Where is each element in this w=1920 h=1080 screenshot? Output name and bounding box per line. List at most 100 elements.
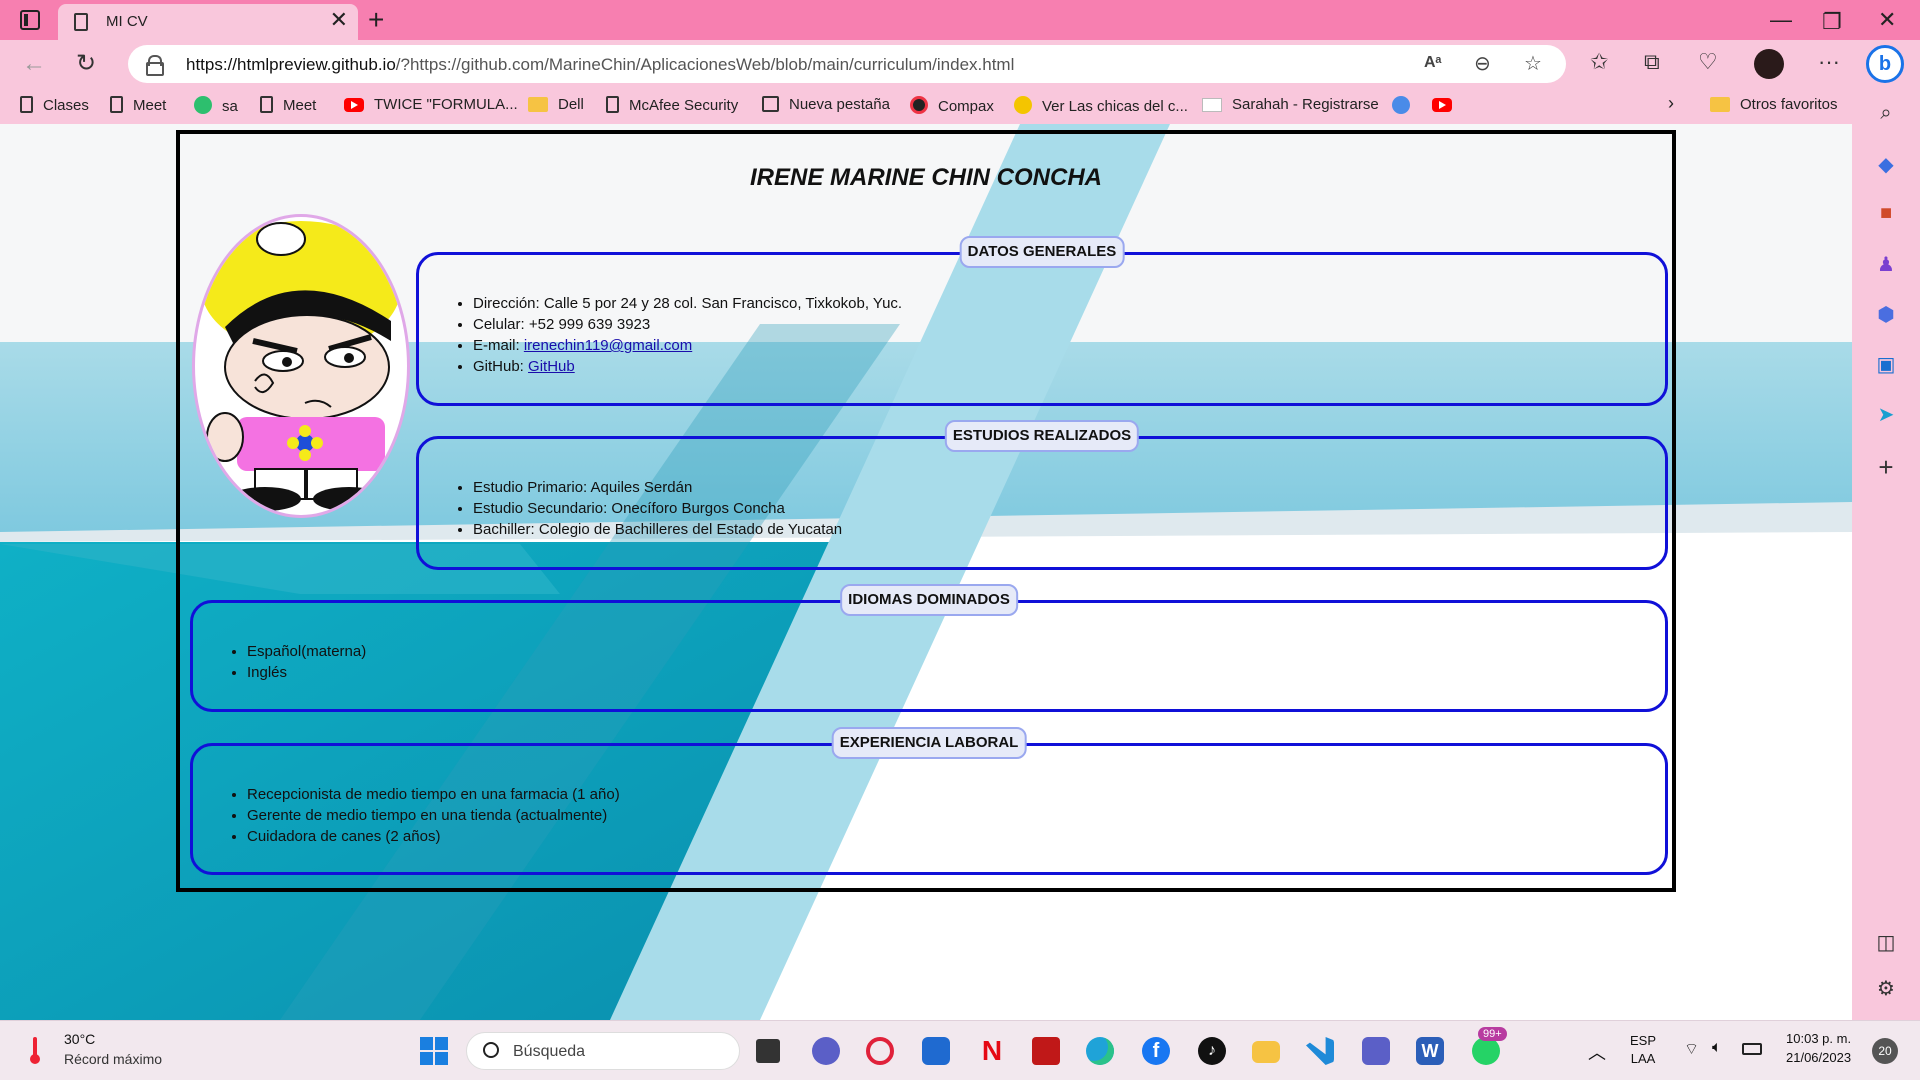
split-screen-icon[interactable]: ◫: [1852, 930, 1920, 955]
list-item: Inglés: [247, 662, 366, 683]
url-text[interactable]: https://htmlpreview.github.io/?https://g…: [186, 55, 1014, 75]
list-item: Recepcionista de medio tiempo en una far…: [247, 784, 620, 805]
bookmark-sa[interactable]: sa: [194, 96, 238, 115]
language-indicator[interactable]: ESP LAA: [1630, 1033, 1656, 1066]
battery-icon[interactable]: [1742, 1043, 1762, 1055]
refresh-button[interactable]: ↻: [76, 48, 96, 80]
list-item: Gerente de medio tiempo en una tienda (a…: [247, 805, 620, 826]
email-link[interactable]: irenechin119@gmail.com: [524, 337, 692, 354]
bookmark-clases[interactable]: Clases: [20, 96, 89, 114]
page-viewport: IRENE MARINE CHIN CONCHA DATOS GENERALES…: [0, 124, 1852, 1020]
clock[interactable]: 10:03 p. m. 21/06/2023: [1786, 1031, 1851, 1065]
word-icon[interactable]: W: [1416, 1037, 1444, 1065]
tab-actions-icon[interactable]: [20, 10, 40, 30]
lock-icon[interactable]: [146, 55, 164, 76]
taskbar-search[interactable]: Búsqueda: [466, 1032, 740, 1070]
estudios-section: ESTUDIOS REALIZADOS Estudio Primario: Aq…: [416, 420, 1668, 570]
tools-icon[interactable]: ■: [1852, 202, 1920, 225]
bookmark-compax[interactable]: Compax: [910, 96, 994, 115]
compax-icon: [910, 96, 928, 114]
games-icon[interactable]: ♟: [1852, 252, 1920, 277]
send-icon[interactable]: ➤: [1852, 402, 1920, 427]
bookmark-video[interactable]: [1392, 96, 1420, 115]
weather-note[interactable]: Récord máximo: [64, 1051, 162, 1067]
address-bar[interactable]: https://htmlpreview.github.io/?https://g…: [128, 45, 1566, 83]
video-icon: [1392, 96, 1410, 114]
outlook-icon[interactable]: ▣: [1852, 352, 1920, 377]
cv-name-heading: IRENE MARINE CHIN CONCHA: [749, 164, 1102, 191]
whatsapp-icon[interactable]: [1472, 1037, 1500, 1065]
teams-chat-icon[interactable]: [812, 1037, 840, 1065]
wifi-icon[interactable]: ⌔: [1684, 1039, 1699, 1059]
new-tab-button[interactable]: +: [368, 2, 384, 38]
netflix-icon[interactable]: N: [978, 1037, 1006, 1065]
experiencia-list: Recepcionista de medio tiempo en una far…: [247, 784, 620, 847]
close-tab-icon[interactable]: ✕: [330, 9, 348, 31]
bookmark-dell[interactable]: Dell: [528, 96, 584, 113]
teams-icon[interactable]: [1362, 1037, 1390, 1065]
bookmark-nueva-pestana[interactable]: Nueva pestaña: [762, 96, 890, 113]
profile-avatar[interactable]: [1754, 49, 1784, 79]
more-bookmarks-chevron-icon[interactable]: ›: [1668, 93, 1674, 114]
edge-icon[interactable]: [1086, 1037, 1114, 1065]
mcafee-icon[interactable]: [1032, 1037, 1060, 1065]
search-icon[interactable]: ⌕: [1852, 102, 1920, 125]
facebook-icon[interactable]: f: [1142, 1037, 1170, 1065]
collections-icon[interactable]: ⧉: [1644, 49, 1660, 75]
settings-gear-icon[interactable]: ⚙: [1852, 976, 1920, 1001]
shopping-tag-icon[interactable]: ◆: [1852, 152, 1920, 177]
idiomas-section: IDIOMAS DOMINADOS Español(materna) Inglé…: [190, 584, 1668, 712]
volume-icon[interactable]: 🔈︎: [1712, 1039, 1722, 1057]
cv-container: IRENE MARINE CHIN CONCHA DATOS GENERALES…: [176, 130, 1676, 892]
list-item: Español(materna): [247, 641, 366, 662]
doc-icon: [260, 96, 273, 113]
performance-icon[interactable]: ♡: [1698, 49, 1718, 75]
bookmark-mcafee[interactable]: McAfee Security: [606, 96, 738, 114]
add-icon[interactable]: +: [1852, 452, 1920, 483]
back-button[interactable]: ←: [22, 48, 46, 80]
mail-icon: [1202, 98, 1222, 112]
bookmark-chicas[interactable]: Ver Las chicas del c...: [1014, 96, 1188, 115]
bookmark-meet[interactable]: Meet: [110, 96, 166, 114]
bookmark-sarahah[interactable]: Sarahah - Registrarse: [1202, 96, 1379, 113]
minimize-button[interactable]: —: [1770, 4, 1792, 36]
calendar-icon: [762, 96, 779, 112]
vscode-icon[interactable]: [1306, 1037, 1334, 1065]
section-title: IDIOMAS DOMINADOS: [840, 584, 1018, 616]
task-view-icon[interactable]: [756, 1039, 780, 1063]
whatsapp-badge: 99+: [1478, 1027, 1507, 1041]
more-menu-icon[interactable]: ···: [1818, 49, 1840, 75]
weather-temperature[interactable]: 30°C: [64, 1031, 95, 1047]
notification-count-badge[interactable]: 20: [1872, 1038, 1898, 1064]
store-icon[interactable]: [922, 1037, 950, 1065]
bookmark-twice[interactable]: TWICE "FORMULA...: [344, 96, 518, 113]
office-icon[interactable]: ⬢: [1852, 302, 1920, 327]
read-aloud-icon[interactable]: Aᵃ: [1424, 54, 1442, 72]
youtube-icon: [344, 98, 364, 112]
list-item: Bachiller: Colegio de Bachilleres del Es…: [473, 519, 842, 540]
bookmark-youtube[interactable]: [1432, 96, 1462, 113]
favorite-star-icon[interactable]: ☆: [1524, 51, 1542, 76]
active-tab[interactable]: MI CV ✕: [58, 4, 358, 40]
thermometer-icon[interactable]: [28, 1035, 42, 1065]
show-hidden-icons-chevron-icon[interactable]: ︿: [1588, 1039, 1606, 1065]
zoom-out-icon[interactable]: ⊖: [1474, 51, 1491, 76]
bookmark-otros-favoritos[interactable]: Otros favoritos: [1710, 96, 1838, 113]
opera-icon[interactable]: [866, 1037, 894, 1065]
idiomas-list: Español(materna) Inglés: [247, 641, 366, 683]
file-explorer-icon[interactable]: [1252, 1041, 1280, 1063]
close-window-button[interactable]: ✕: [1878, 4, 1896, 36]
section-title: ESTUDIOS REALIZADOS: [944, 420, 1140, 452]
bookmark-meet-2[interactable]: Meet: [260, 96, 316, 114]
github-link[interactable]: GitHub: [528, 358, 575, 375]
navigation-bar: ← ↻ https://htmlpreview.github.io/?https…: [0, 40, 1920, 88]
list-item: Estudio Primario: Aquiles Serdán: [473, 477, 842, 498]
maximize-button[interactable]: ❐: [1822, 6, 1842, 38]
section-title: DATOS GENERALES: [959, 236, 1125, 268]
tiktok-icon[interactable]: ♪: [1198, 1037, 1226, 1065]
edge-sidebar: ⌕ ◆ ■ ♟ ⬢ ▣ ➤ + ◫ ⚙: [1852, 88, 1920, 1020]
list-item: GitHub: GitHub: [473, 356, 902, 377]
favorites-icon[interactable]: ✩: [1590, 49, 1608, 75]
start-windows-icon[interactable]: [420, 1037, 448, 1065]
bing-copilot-icon[interactable]: b: [1866, 45, 1904, 83]
